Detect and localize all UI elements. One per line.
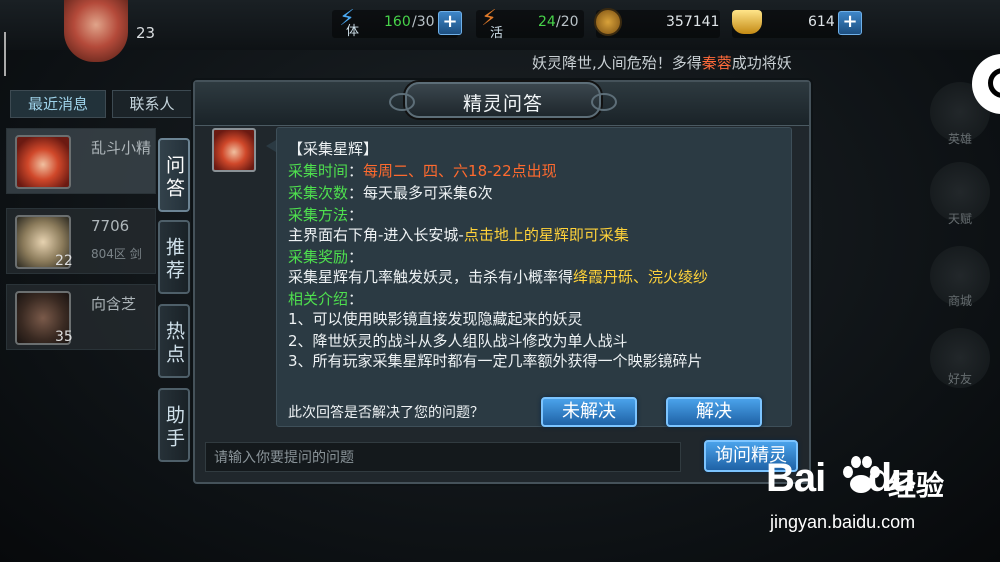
intro-item: 1、可以使用映影镜直接发现隐藏起来的妖灵 xyxy=(288,310,583,328)
colon: ： xyxy=(348,184,364,202)
hero-label: 英雄 xyxy=(948,132,973,146)
announcement-marquee: 妖灵降世,人间危殆！多得秦蓉成功将妖 xyxy=(532,52,792,73)
answer-count-row: 采集次数：每天最多可采集6次 xyxy=(288,182,493,203)
shop-label: 商城 xyxy=(948,294,973,308)
colon: ： xyxy=(348,248,364,266)
marquee-text-pre: 妖灵降世,人间危殆！多得 xyxy=(532,54,702,72)
contact-item[interactable]: 7706 804区 剑 22 xyxy=(6,208,156,274)
add-ingots-button[interactable]: + xyxy=(838,11,862,35)
vitality-max: /20 xyxy=(556,14,579,30)
speech-bubble-tip xyxy=(266,140,276,152)
intro-item: 2、降世妖灵的战斗从多人组队战斗修改为单人战斗 xyxy=(288,332,628,350)
tab-hot[interactable]: 热点 xyxy=(158,304,190,378)
colon: ： xyxy=(348,290,364,308)
watermark-url: jingyan.baidu.com xyxy=(770,512,916,532)
spirit-avatar xyxy=(212,128,256,172)
time-value: 每周二、四、六18-22点出现 xyxy=(363,162,557,180)
watermark-brand: 经验 xyxy=(888,469,945,502)
contact-item[interactable]: 向含芝 35 xyxy=(6,284,156,350)
solved-button[interactable]: 解决 xyxy=(666,397,762,427)
contact-level: 22 xyxy=(55,253,73,269)
answer-intro-label-row: 相关介绍： xyxy=(288,288,363,309)
question-input[interactable] xyxy=(205,442,681,472)
feedback-question: 此次回答是否解决了您的问题？ xyxy=(288,405,484,421)
player-avatar[interactable] xyxy=(64,0,128,62)
count-label: 采集次数 xyxy=(288,184,349,202)
baidu-watermark: Baixxdu 经验 jingyan.baidu.com xyxy=(766,456,986,546)
marquee-text-post: 成功将妖 xyxy=(731,54,792,72)
stamina-label: 体 xyxy=(346,24,360,39)
contact-name: 向含芝 xyxy=(91,295,137,313)
answer-reward-label-row: 采集奖励： xyxy=(288,246,363,267)
stamina-value: 160 xyxy=(384,14,411,30)
reward-highlight: 绛霞丹砾、浣火绫纱 xyxy=(573,268,709,286)
answer-method-row: 主界面右下角-进入长安城-点击地上的星辉即可采集 xyxy=(288,224,629,245)
vitality-value: 24 xyxy=(538,14,556,30)
intro-item: 3、所有玩家采集星辉时都有一定几率额外获得一个映影镜碎片 xyxy=(288,352,703,370)
divider xyxy=(4,32,6,76)
tab-contacts[interactable]: 联系人 xyxy=(112,90,192,118)
vitality-label: 活 xyxy=(490,26,504,41)
coin-icon xyxy=(594,8,622,36)
unsolved-button[interactable]: 未解决 xyxy=(541,397,637,427)
tab-assistant[interactable]: 助手 xyxy=(158,388,190,462)
contact-server: 804区 剑 xyxy=(91,247,142,261)
contact-avatar xyxy=(15,135,71,189)
ingots-value: 614 xyxy=(808,14,835,30)
reward-text: 采集星辉有几率触发妖灵，击杀有小概率得 xyxy=(288,268,574,286)
method-highlight: 点击地上的星辉即可采集 xyxy=(463,226,629,244)
answer-reward-row: 采集星辉有几率触发妖灵，击杀有小概率得绛霞丹砾、浣火绫纱 xyxy=(288,266,708,287)
method-label: 采集方法 xyxy=(288,206,349,224)
contact-name: 乱斗小精 xyxy=(91,139,152,157)
method-text: 主界面右下角-进入长安城- xyxy=(288,226,464,244)
colon: ： xyxy=(348,162,364,180)
ingot-icon xyxy=(732,10,762,34)
answer-method-label-row: 采集方法： xyxy=(288,204,363,225)
tab-recommend[interactable]: 推荐 xyxy=(158,220,190,294)
stamina-max: /30 xyxy=(412,14,435,30)
dialog-title: 精灵问答 xyxy=(462,93,543,115)
reward-label: 采集奖励 xyxy=(288,248,349,266)
colon: ： xyxy=(348,206,364,224)
paw-icon xyxy=(843,456,880,493)
contact-name: 7706 xyxy=(91,217,130,235)
count-value: 每天最多可采集6次 xyxy=(363,184,493,202)
add-stamina-button[interactable]: + xyxy=(438,11,462,35)
talent-label: 天赋 xyxy=(948,212,973,226)
player-level: 23 xyxy=(136,24,156,42)
watermark-logo-text: Bai xyxy=(766,456,826,500)
coins-value: 357141 xyxy=(666,14,720,30)
contact-level: 35 xyxy=(55,329,73,345)
contact-item[interactable]: 乱斗小精 xyxy=(6,128,156,194)
answer-time-row: 采集时间：每周二、四、六18-22点出现 xyxy=(288,160,557,181)
tab-qa[interactable]: 问答 xyxy=(158,138,190,212)
tab-recent-messages[interactable]: 最近消息 xyxy=(10,90,106,118)
intro-label: 相关介绍 xyxy=(288,290,349,308)
answer-heading: 【采集星辉】 xyxy=(288,140,379,158)
friends-label: 好友 xyxy=(948,372,973,386)
marquee-player-name: 秦蓉 xyxy=(701,54,732,72)
time-label: 采集时间 xyxy=(288,162,349,180)
dialog-title-plate: 精灵问答 xyxy=(389,82,617,118)
